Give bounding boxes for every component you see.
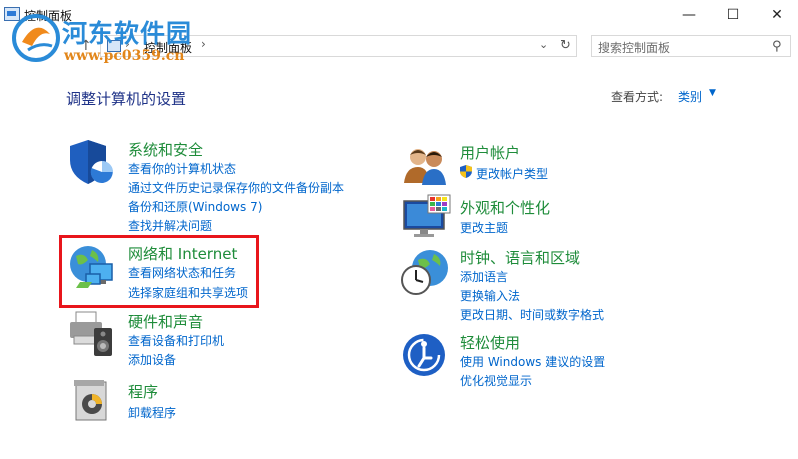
category-hardware-sound[interactable]: 硬件和声音 xyxy=(128,311,203,332)
highlight-box xyxy=(59,235,259,308)
link-optimize-visual-display[interactable]: 优化视觉显示 xyxy=(460,372,532,389)
search-placeholder: 搜索控制面板 xyxy=(598,41,671,55)
control-panel-icon xyxy=(107,40,121,52)
link-change-input-method[interactable]: 更换输入法 xyxy=(460,287,520,304)
breadcrumb-separator[interactable]: › xyxy=(201,37,206,51)
title-bar: 控制面板 — ☐ ✕ xyxy=(0,0,798,30)
view-by-dropdown[interactable]: 类别 xyxy=(678,88,702,105)
link-change-theme[interactable]: 更改主题 xyxy=(460,219,508,236)
address-bar[interactable]: › 控制面板 › ⌄ ↻ xyxy=(100,35,577,57)
breadcrumb-separator[interactable]: › xyxy=(125,37,130,51)
link-view-computer-status[interactable]: 查看你的计算机状态 xyxy=(128,160,236,177)
link-windows-suggested-settings[interactable]: 使用 Windows 建议的设置 xyxy=(460,353,605,370)
category-programs[interactable]: 程序 xyxy=(128,381,158,402)
chevron-down-icon[interactable]: ⌄ xyxy=(539,38,548,51)
window-title: 控制面板 xyxy=(24,9,73,23)
clock-globe-icon[interactable] xyxy=(400,248,450,296)
monitor-personalize-icon[interactable] xyxy=(402,193,454,239)
link-add-language[interactable]: 添加语言 xyxy=(460,268,508,285)
uac-shield-icon xyxy=(460,165,472,178)
maximize-button[interactable]: ☐ xyxy=(710,0,756,30)
link-backup-restore[interactable]: 备份和还原(Windows 7) xyxy=(128,198,262,215)
category-clock-language-region[interactable]: 时钟、语言和区域 xyxy=(460,247,580,268)
close-button[interactable]: ✕ xyxy=(754,0,798,30)
link-add-device[interactable]: 添加设备 xyxy=(128,351,176,368)
link-troubleshoot[interactable]: 查找并解决问题 xyxy=(128,217,212,234)
minimize-button[interactable]: — xyxy=(666,0,712,30)
refresh-icon[interactable]: ↻ xyxy=(560,38,571,53)
shield-icon[interactable] xyxy=(68,138,114,186)
link-change-date-time-format[interactable]: 更改日期、时间或数字格式 xyxy=(460,306,604,323)
category-user-accounts[interactable]: 用户帐户 xyxy=(460,142,520,163)
view-by-label: 查看方式: xyxy=(611,90,664,104)
navigation-bar: ↑ › 控制面板 › ⌄ ↻ 搜索控制面板 ⚲ xyxy=(0,34,798,60)
search-icon[interactable]: ⚲ xyxy=(772,39,782,54)
breadcrumb-control-panel[interactable]: 控制面板 xyxy=(144,39,192,56)
link-change-account-type[interactable]: 更改帐户类型 xyxy=(476,165,548,182)
link-uninstall-program[interactable]: 卸载程序 xyxy=(128,404,176,421)
users-icon[interactable] xyxy=(402,143,448,185)
link-file-history[interactable]: 通过文件历史记录保存你的文件备份副本 xyxy=(128,179,344,196)
category-ease-of-access[interactable]: 轻松使用 xyxy=(460,332,520,353)
control-panel-icon xyxy=(4,7,20,21)
ease-of-access-icon[interactable] xyxy=(402,333,446,377)
category-system-security[interactable]: 系统和安全 xyxy=(128,139,203,160)
caret-down-icon[interactable]: ▼ xyxy=(709,88,716,98)
link-devices-printers[interactable]: 查看设备和打印机 xyxy=(128,332,224,349)
page-title: 调整计算机的设置 xyxy=(66,90,187,108)
up-arrow-icon[interactable]: ↑ xyxy=(80,38,92,54)
category-appearance-personalization[interactable]: 外观和个性化 xyxy=(460,197,550,218)
printer-speaker-icon[interactable] xyxy=(66,308,116,358)
search-input[interactable]: 搜索控制面板 ⚲ xyxy=(591,35,791,57)
programs-disc-icon[interactable] xyxy=(70,378,114,424)
